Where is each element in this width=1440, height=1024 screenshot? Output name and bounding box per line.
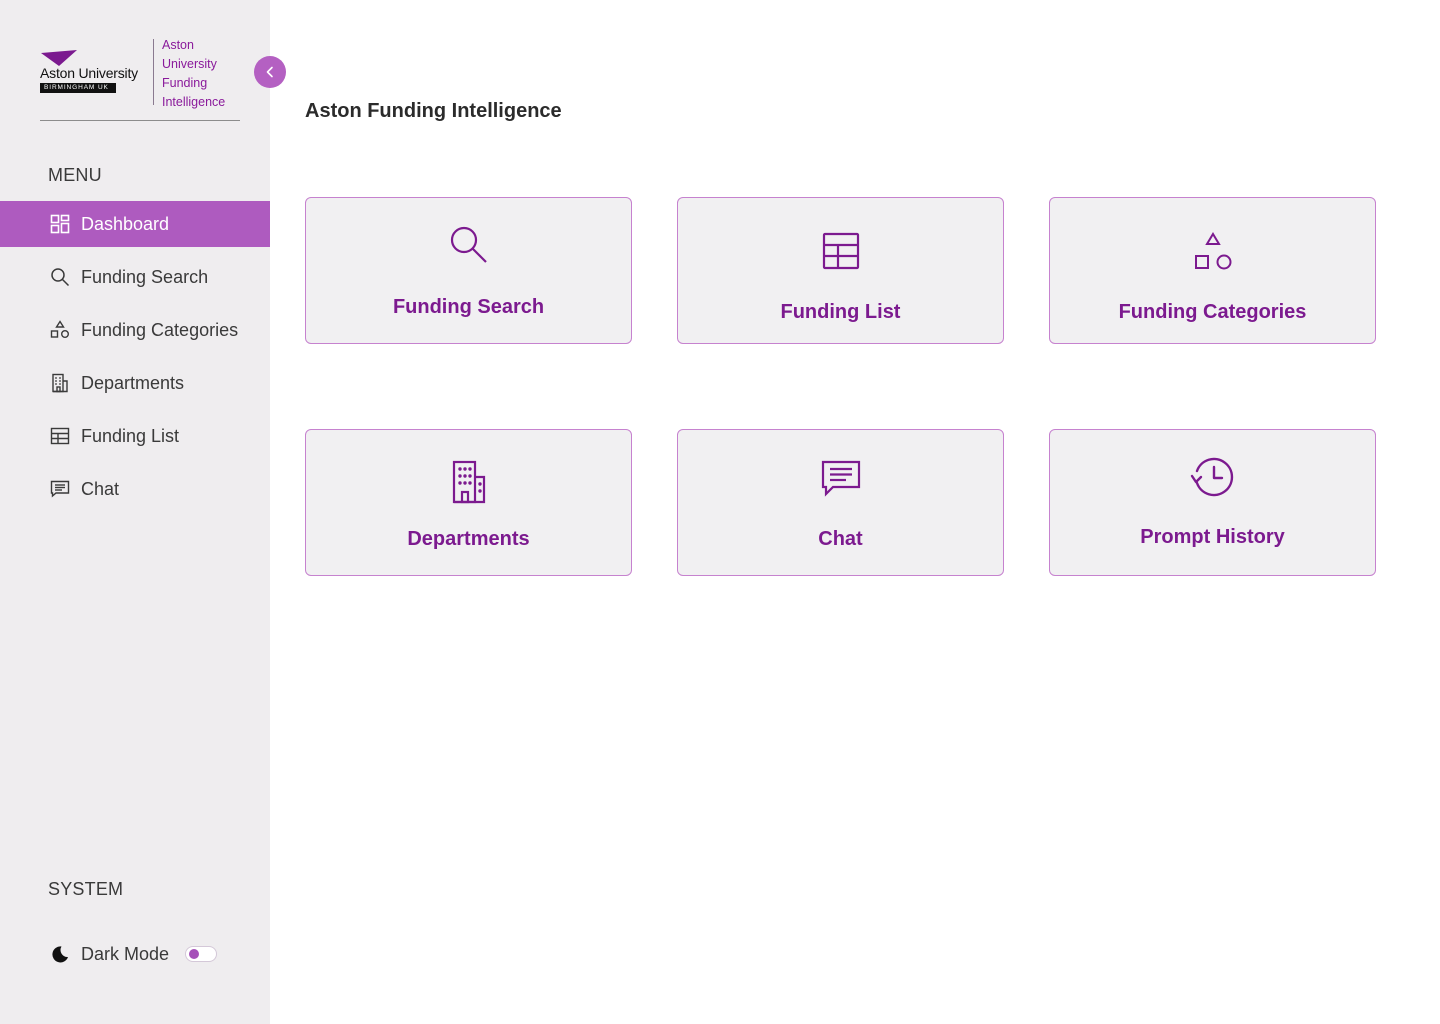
- dark-mode-toggle[interactable]: [185, 946, 218, 962]
- brand-title: Aston University Funding Intelligence: [162, 36, 242, 112]
- sidebar-item-label: Chat: [81, 478, 120, 499]
- card-prompt-history[interactable]: Prompt History: [1049, 429, 1376, 576]
- chat-icon: [50, 479, 70, 499]
- card-label: Departments: [407, 528, 530, 550]
- sidebar-item-label: Funding Categories: [81, 319, 239, 340]
- page-title: Aston Funding Intelligence: [305, 100, 562, 122]
- sidebar-item-funding-categories[interactable]: Funding Categories: [0, 307, 270, 353]
- brand-title-line: Intelligence: [162, 95, 226, 109]
- history-icon: [1050, 456, 1375, 498]
- building-icon: [306, 460, 631, 504]
- card-funding-categories[interactable]: Funding Categories: [1049, 197, 1376, 344]
- brand-divider: [153, 39, 154, 105]
- logo-name: Aston University: [40, 65, 138, 81]
- building-icon: [50, 373, 70, 393]
- sidebar-item-label: Funding List: [81, 425, 180, 446]
- card-label: Funding Search: [392, 296, 545, 318]
- sidebar-item-departments[interactable]: Departments: [0, 360, 270, 406]
- sidebar-item-label: Departments: [81, 372, 185, 393]
- sidebar-item-chat[interactable]: Chat: [0, 466, 270, 512]
- sidebar-item-funding-search[interactable]: Funding Search: [0, 254, 270, 300]
- shapes-icon: [1050, 232, 1375, 272]
- dashboard-grid-icon: [50, 214, 70, 234]
- menu-section-title: MENU: [48, 165, 102, 185]
- card-departments[interactable]: Departments: [305, 429, 632, 576]
- shapes-icon: [50, 320, 70, 340]
- sidebar-item-label: Dashboard: [81, 213, 170, 234]
- card-label: Prompt History: [1140, 526, 1285, 548]
- system-section-title: SYSTEM: [48, 879, 124, 899]
- sidebar: Aston University BIRMINGHAM UK Aston Uni…: [0, 0, 270, 1024]
- table-icon: [50, 426, 70, 446]
- card-funding-list[interactable]: Funding List: [677, 197, 1004, 344]
- collapse-sidebar-button[interactable]: [254, 56, 286, 88]
- table-icon: [678, 232, 1003, 270]
- search-icon: [306, 225, 631, 265]
- brand-header: Aston University BIRMINGHAM UK Aston Uni…: [40, 36, 240, 121]
- dark-mode-setting: Dark Mode: [50, 940, 218, 968]
- chat-icon: [678, 460, 1003, 498]
- chevron-left-icon: [266, 66, 273, 78]
- brand-title-line: University: [162, 57, 217, 71]
- aston-logo: Aston University BIRMINGHAM UK: [40, 50, 148, 96]
- search-icon: [50, 267, 70, 287]
- sidebar-item-dashboard[interactable]: Dashboard: [0, 201, 270, 247]
- brand-title-line: Funding: [162, 76, 208, 90]
- logo-subtitle: BIRMINGHAM UK: [40, 83, 116, 93]
- card-funding-search[interactable]: Funding Search: [305, 197, 632, 344]
- sidebar-item-label: Funding Search: [81, 266, 209, 287]
- moon-icon: [52, 946, 68, 963]
- card-chat[interactable]: Chat: [677, 429, 1004, 576]
- logo-triangle-icon: [41, 50, 77, 66]
- dark-mode-label: Dark Mode: [81, 943, 170, 964]
- toggle-knob: [189, 949, 200, 959]
- brand-title-line: Aston: [162, 38, 194, 52]
- card-label: Funding List: [780, 301, 901, 323]
- card-label: Chat: [818, 528, 863, 550]
- sidebar-item-funding-list[interactable]: Funding List: [0, 413, 270, 459]
- card-label: Funding Categories: [1118, 301, 1307, 323]
